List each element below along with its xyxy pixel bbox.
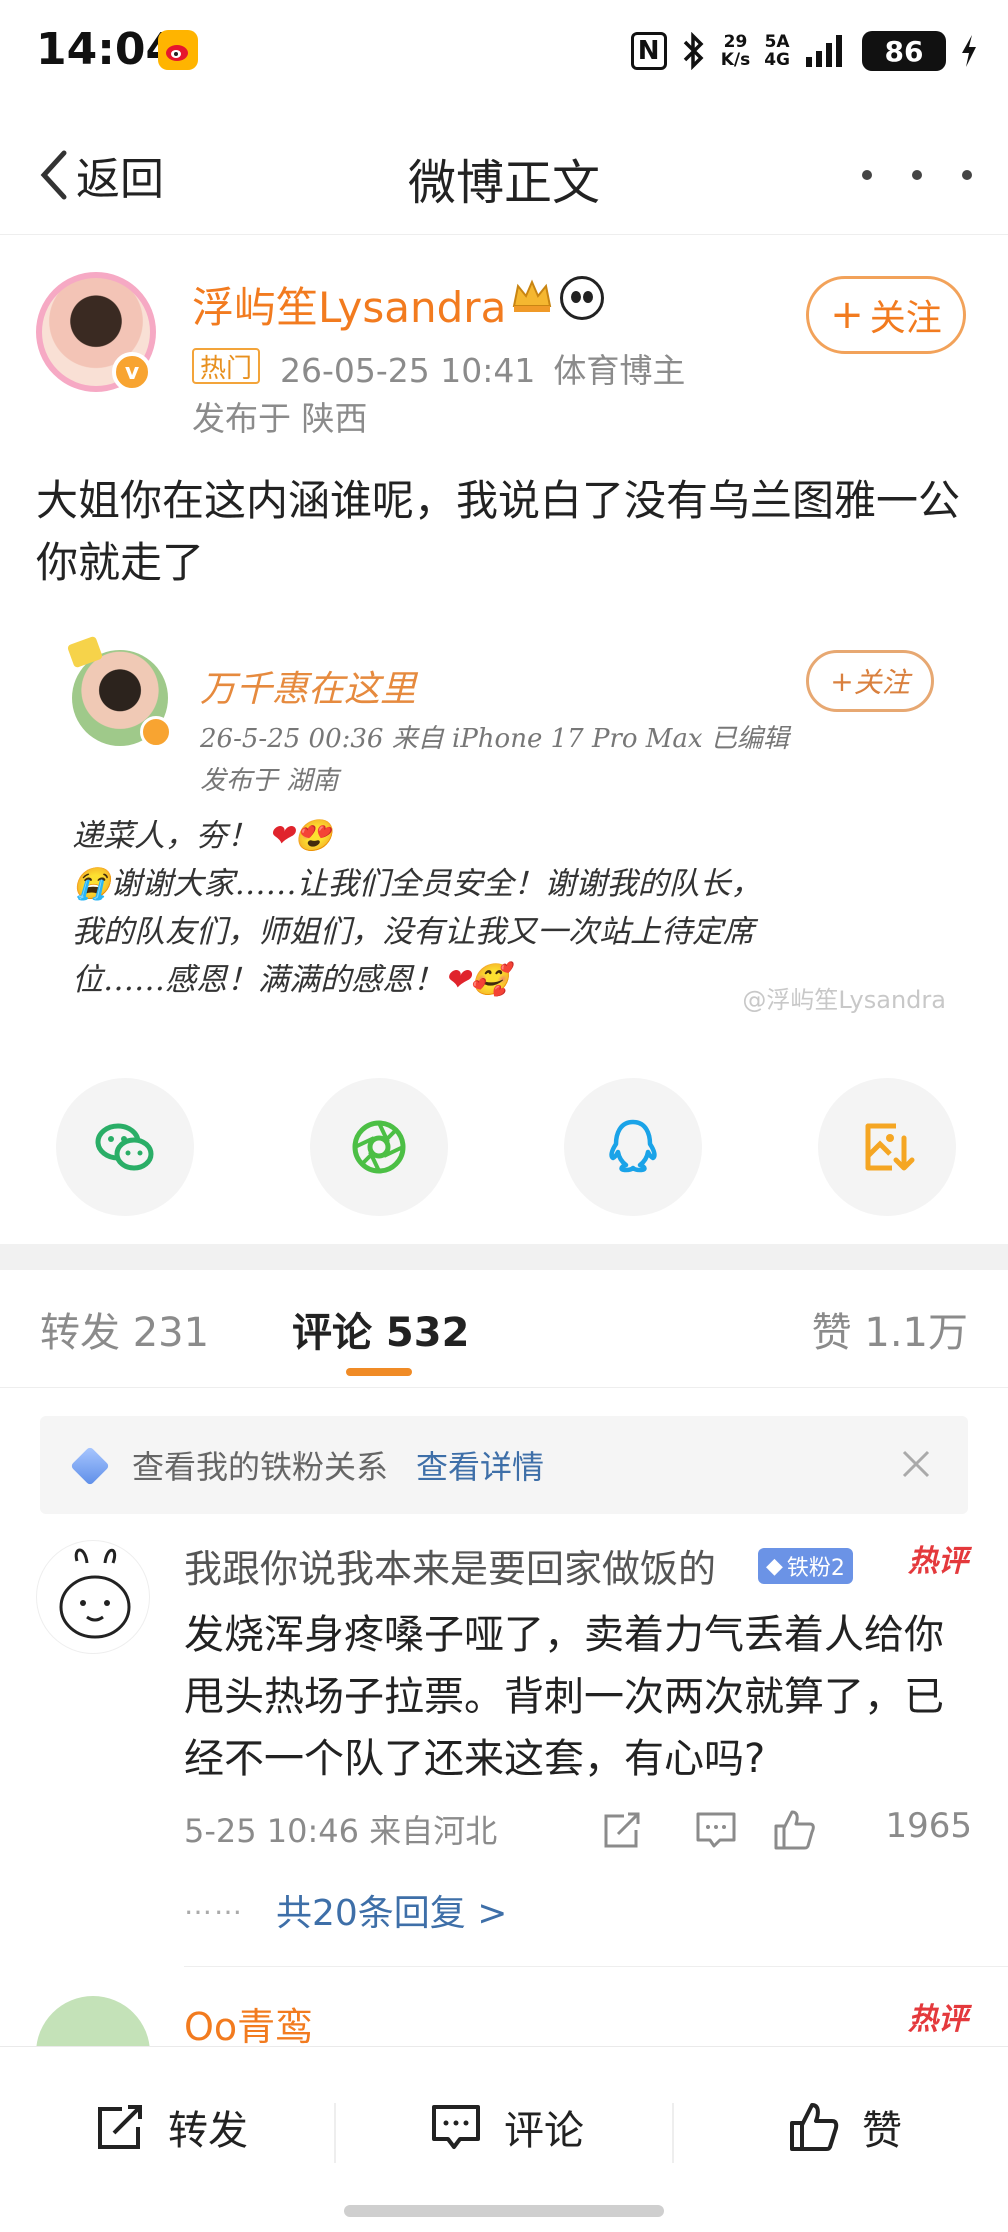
comment-actions: 1965	[600, 1806, 972, 1852]
verified-badge-icon: v	[112, 352, 152, 392]
share-row	[56, 1078, 956, 1216]
panda-badge-icon	[560, 276, 604, 320]
fan-banner-link[interactable]: 查看详情	[416, 1442, 544, 1488]
section-divider	[0, 1244, 1008, 1270]
post-location: 发布于 陕西	[192, 399, 368, 438]
comment-like-count: 1965	[885, 1806, 972, 1846]
embedded-text: 递菜人，夯！ ❤😍 😭谢谢大家……让我们全员安全！谢谢我的队长， 我的队友们，师…	[72, 818, 762, 998]
status-bar: 14:04 N 29 K/s 5A 4G 86	[0, 0, 1008, 110]
commenter-name[interactable]: Oo青鸾	[184, 1996, 313, 2051]
share-wechat-button[interactable]	[56, 1078, 194, 1216]
battery-indicator: 86	[862, 31, 946, 71]
comment-button[interactable]: 评论	[430, 2097, 584, 2157]
home-indicator	[344, 2205, 664, 2217]
top-nav: 返回 微博正文	[0, 115, 1008, 235]
wechat-icon	[95, 1123, 154, 1171]
charging-icon	[962, 35, 976, 67]
status-time: 14:04	[36, 24, 177, 75]
hot-comment-label: 热评	[908, 2002, 968, 2037]
like-label: 赞	[862, 2108, 902, 2154]
replies-dots: ……	[184, 1888, 244, 1921]
post-text: 大姐你在这内涵谁呢，我说白了没有乌兰图雅一公你就走了	[36, 476, 961, 587]
blush-emoji-icon: 😍	[293, 818, 333, 854]
diamond-icon: ◆	[766, 1553, 783, 1579]
plus-icon: +	[830, 292, 864, 338]
image-watermark: @浮屿笙Lysandra	[742, 986, 946, 1014]
bottom-action-bar: 转发 评论 赞	[0, 2046, 1008, 2232]
heart-emoji-icon: ❤	[444, 962, 470, 998]
repost-button[interactable]: 转发	[94, 2097, 248, 2157]
author-name[interactable]: 浮屿笙Lysandra	[192, 274, 506, 335]
more-options-button[interactable]	[862, 155, 972, 195]
follow-button[interactable]: + 关注	[806, 276, 966, 354]
close-icon[interactable]	[898, 1446, 934, 1482]
share-moments-button[interactable]	[310, 1078, 448, 1216]
commenter-name[interactable]: 我跟你说我本来是要回家做饭的	[184, 1538, 716, 1593]
save-image-icon	[865, 1123, 915, 1171]
repost-icon[interactable]	[600, 1808, 644, 1852]
embedded-follow: + 关注	[806, 650, 934, 712]
signal-icon	[806, 35, 842, 67]
like-icon[interactable]	[772, 1808, 816, 1852]
moments-icon	[352, 1120, 406, 1174]
net-speed: 29 K/s	[720, 32, 751, 70]
save-image-button[interactable]	[818, 1078, 956, 1216]
fan-banner-text: 查看我的铁粉关系	[132, 1448, 389, 1486]
hot-tag: 热门	[192, 348, 261, 384]
post-image[interactable]: 万千惠在这里 26-5-25 00:36 来自 iPhone 17 Pro Ma…	[36, 630, 972, 1020]
comment-separator	[184, 1966, 1008, 1967]
iron-fan-banner[interactable]: 查看我的铁粉关系 查看详情	[40, 1416, 968, 1514]
comment-icon[interactable]	[694, 1808, 738, 1852]
view-replies-link[interactable]: 共20条回复 >	[276, 1884, 507, 1936]
interaction-tabs: 转发 231 评论 532 赞 1.1万	[0, 1270, 1008, 1388]
qq-icon	[609, 1119, 657, 1173]
tab-reposts[interactable]: 转发 231	[40, 1300, 209, 1358]
post-datetime: 26-05-25 10:41	[280, 351, 536, 390]
repost-icon	[98, 2105, 142, 2149]
comment-meta: 5-25 10:46 来自河北	[184, 1812, 498, 1850]
author-role: 体育博主	[553, 351, 686, 390]
nfc-icon: N	[630, 32, 667, 70]
weibo-notification-icon	[158, 30, 198, 70]
embedded-meta: 26-5-25 00:36 来自 iPhone 17 Pro Max 已编辑	[200, 724, 789, 754]
share-qq-button[interactable]	[564, 1078, 702, 1216]
tab-likes[interactable]: 赞 1.1万	[812, 1300, 968, 1358]
diamond-icon	[70, 1446, 110, 1486]
like-icon	[790, 2103, 839, 2151]
bluetooth-icon	[683, 32, 704, 70]
fan-level-badge: ◆ 铁粉2	[758, 1548, 853, 1584]
crown-badge-icon	[512, 279, 552, 312]
crying-emoji-icon: 😭	[72, 866, 111, 902]
active-tab-indicator	[346, 1368, 412, 1376]
embedded-author: 万千惠在这里	[200, 669, 417, 710]
more-dot-icon	[862, 170, 872, 180]
smile-emoji-icon: 🥰	[469, 962, 509, 998]
heart-emoji-icon: ❤	[267, 818, 294, 854]
comment-text: 发烧浑身疼嗓子哑了，卖着力气丢着人给你甩头热场子拉票。背刺一次两次就算了，已经不…	[184, 1612, 944, 1782]
hot-comment-label: 热评	[908, 1544, 968, 1579]
embedded-verified-icon	[140, 716, 172, 748]
like-button[interactable]: 赞	[788, 2097, 902, 2157]
bottom-divider	[672, 2103, 674, 2163]
repost-label: 转发	[168, 2108, 248, 2154]
bottom-divider	[334, 2103, 336, 2163]
author-badges	[510, 276, 604, 320]
more-dot-icon	[912, 170, 922, 180]
network-type: 5A 4G	[764, 32, 790, 70]
more-dot-icon	[962, 170, 972, 180]
commenter-avatar[interactable]	[36, 1540, 150, 1654]
tab-comments[interactable]: 评论 532	[292, 1300, 469, 1358]
comment-label: 评论	[504, 2108, 584, 2154]
page-title: 微博正文	[407, 155, 600, 211]
follow-label: 关注	[869, 298, 942, 339]
status-right-group: N 29 K/s 5A 4G 86	[630, 26, 978, 76]
bunny-avatar-icon	[59, 1548, 131, 1639]
comment-icon	[432, 2105, 480, 2149]
embedded-location: 发布于 湖南	[200, 766, 339, 796]
post-meta: 26-05-25 10:41 体育博主	[280, 344, 703, 392]
